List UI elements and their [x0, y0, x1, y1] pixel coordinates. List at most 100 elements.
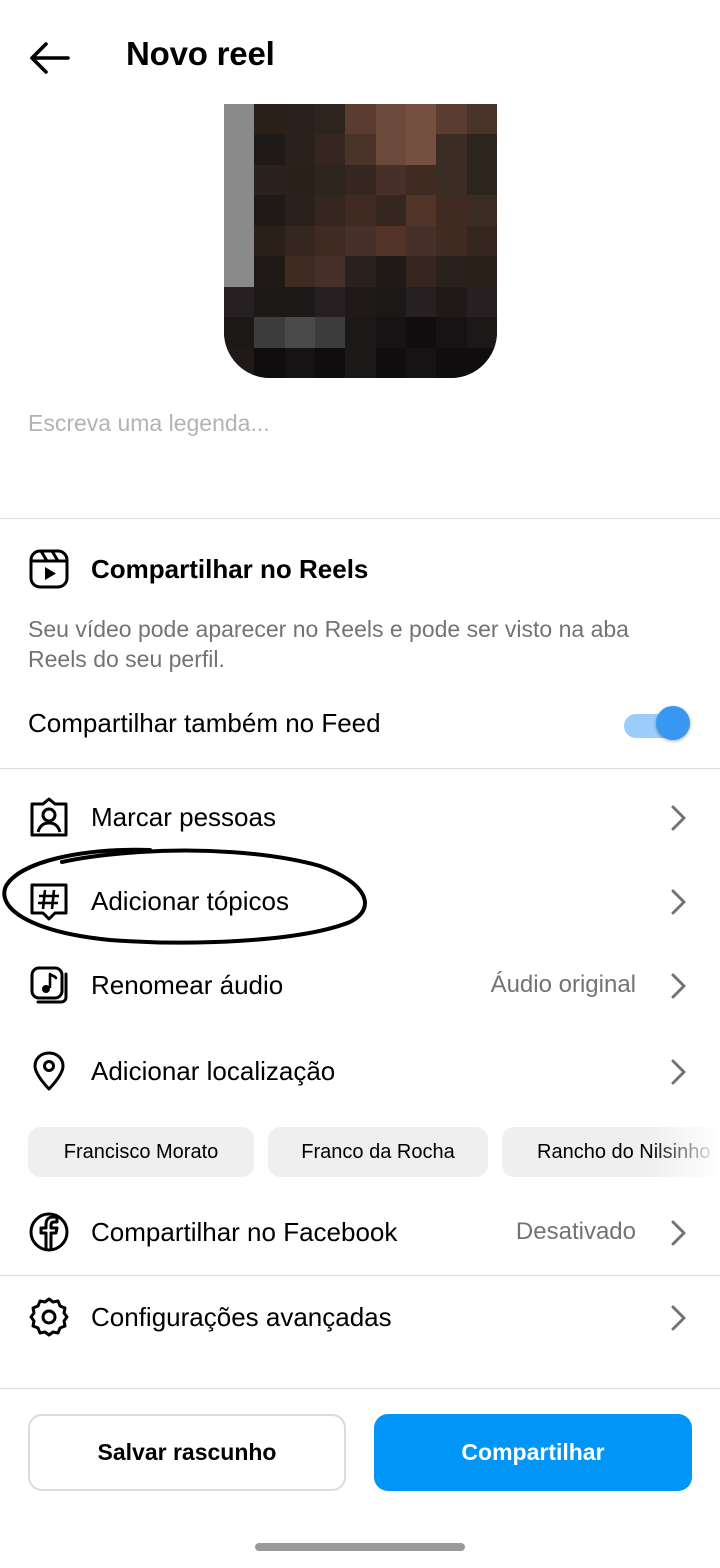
hashtag-icon: [30, 883, 68, 921]
back-button[interactable]: [24, 36, 74, 80]
pixel-block: [466, 134, 497, 165]
pixel-block: [345, 104, 376, 135]
pixel-block: [345, 256, 376, 287]
add-location-row[interactable]: Adicionar localização: [0, 1031, 720, 1111]
pixel-block: [375, 317, 406, 348]
pixel-block: [224, 317, 255, 348]
pixel-block: [466, 317, 497, 348]
pixel-block: [284, 104, 315, 135]
home-indicator[interactable]: [255, 1543, 465, 1551]
share-to-feed-label: Compartilhar também no Feed: [28, 708, 381, 738]
divider: [0, 1275, 720, 1276]
pixel-block: [466, 225, 497, 257]
pixel-block: [436, 164, 467, 196]
pixel-block: [436, 195, 467, 226]
caption-input[interactable]: Escreva uma legenda...: [28, 410, 270, 437]
top-bar: Novo reel: [0, 0, 720, 110]
pixel-block: [254, 286, 285, 318]
chevron-right-icon: [671, 889, 686, 915]
pixel-block: [224, 347, 255, 378]
share-to-feed-toggle[interactable]: [622, 704, 690, 742]
advanced-settings-label: Configurações avançadas: [91, 1302, 392, 1332]
pixel-block: [315, 134, 346, 165]
pixel-block: [375, 286, 406, 318]
pixel-block: [406, 286, 437, 318]
pixel-block: [375, 134, 406, 165]
arrow-left-icon: [30, 42, 70, 74]
pixel-block: [375, 347, 406, 378]
pixel-block: [284, 164, 315, 196]
pixel-block: [345, 164, 376, 196]
pixel-block: [375, 256, 406, 287]
pixel-block: [436, 317, 467, 348]
advanced-settings-row[interactable]: Configurações avançadas: [0, 1277, 720, 1357]
add-topics-label: Adicionar tópicos: [91, 886, 289, 916]
pixel-block: [466, 164, 497, 196]
divider: [0, 518, 720, 519]
share-facebook-row[interactable]: Compartilhar no Facebook Desativado: [0, 1192, 720, 1272]
chevron-right-icon: [671, 1305, 686, 1331]
pixel-block: [345, 286, 376, 318]
pixel-block: [224, 286, 255, 318]
video-thumbnail[interactable]: [224, 104, 497, 378]
reels-section-title: Compartilhar no Reels: [91, 554, 369, 584]
share-facebook-label: Compartilhar no Facebook: [91, 1217, 398, 1247]
pixel-block: [254, 347, 285, 378]
share-button[interactable]: Compartilhar: [374, 1414, 692, 1491]
pixel-block: [406, 134, 437, 165]
pixel-block: [315, 225, 346, 257]
pixel-block: [345, 317, 376, 348]
add-topics-row[interactable]: Adicionar tópicos: [0, 861, 720, 941]
pixel-block: [315, 317, 346, 348]
pixel-block: [224, 164, 255, 196]
pixel-block: [436, 225, 467, 257]
gear-icon: [29, 1297, 69, 1337]
reels-icon: [29, 549, 69, 589]
pixel-block: [284, 256, 315, 287]
pixel-block: [375, 104, 406, 135]
pixel-block: [406, 347, 437, 378]
pixel-block: [315, 164, 346, 196]
pixel-block: [466, 256, 497, 287]
location-chip[interactable]: Francisco Morato: [28, 1127, 254, 1177]
chevron-right-icon: [671, 805, 686, 831]
tag-people-row[interactable]: Marcar pessoas: [0, 777, 720, 857]
pixel-block: [466, 286, 497, 318]
pixel-block: [284, 225, 315, 257]
pixel-block: [466, 104, 497, 135]
pixel-block: [436, 134, 467, 165]
save-draft-button[interactable]: Salvar rascunho: [28, 1414, 346, 1491]
pixel-block: [315, 256, 346, 287]
pixel-block: [406, 164, 437, 196]
tag-person-icon: [30, 797, 68, 837]
pixel-block: [254, 104, 285, 135]
pixel-block: [345, 195, 376, 226]
pixel-block: [375, 164, 406, 196]
pixel-block: [375, 195, 406, 226]
pixel-block: [254, 134, 285, 165]
pixel-block: [224, 256, 255, 287]
location-chip[interactable]: Rancho do Nilsinho: [502, 1127, 720, 1177]
pixel-block: [224, 195, 255, 226]
pixel-block: [224, 134, 255, 165]
pixel-block: [466, 195, 497, 226]
pixel-block: [406, 317, 437, 348]
pixel-block: [375, 225, 406, 257]
pixel-block: [436, 347, 467, 378]
chevron-right-icon: [671, 1059, 686, 1085]
pixel-block: [436, 286, 467, 318]
pixel-block: [315, 286, 346, 318]
add-location-label: Adicionar localização: [91, 1056, 336, 1086]
pixelated-preview: [224, 104, 497, 378]
rename-audio-row[interactable]: Renomear áudio Áudio original: [0, 945, 720, 1025]
audio-name-value: Áudio original: [490, 971, 636, 998]
pixel-block: [254, 317, 285, 348]
pixel-block: [254, 225, 285, 257]
location-chip[interactable]: Franco da Rocha: [268, 1127, 488, 1177]
pixel-block: [345, 134, 376, 165]
pixel-block: [254, 195, 285, 226]
pixel-block: [436, 256, 467, 287]
pixel-block: [284, 195, 315, 226]
divider: [0, 768, 720, 769]
pixel-block: [254, 256, 285, 287]
